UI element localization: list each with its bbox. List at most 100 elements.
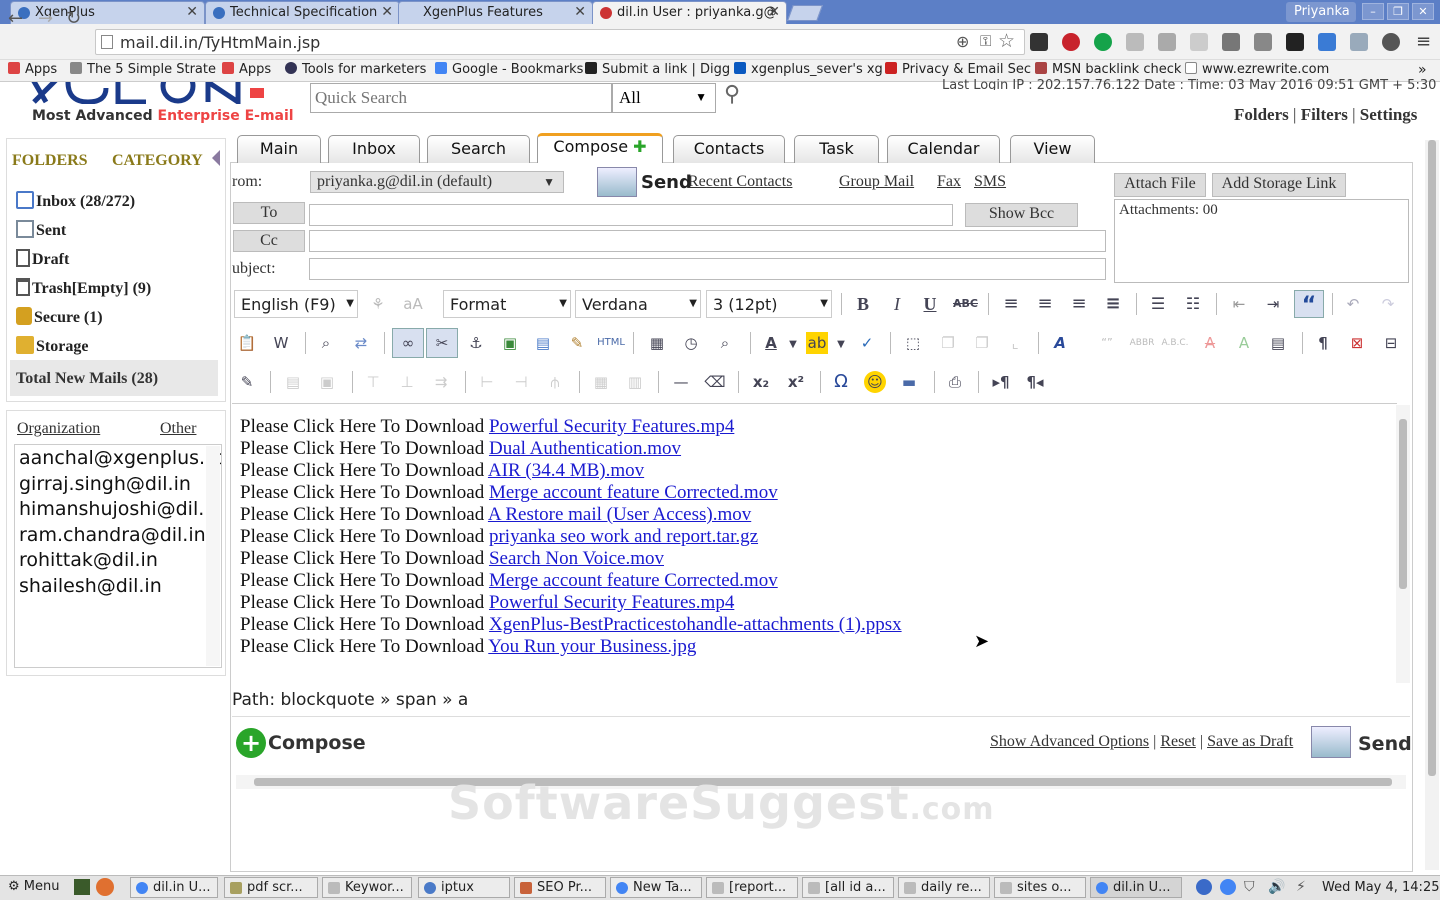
send-button[interactable]: Send [641, 172, 692, 193]
contact-item[interactable]: himanshujoshi@dil.in [19, 498, 221, 520]
close-tab-icon[interactable]: ✕ [381, 4, 393, 20]
firefox-icon[interactable] [96, 878, 114, 896]
insert-row-before-icon[interactable]: ⊤ [362, 371, 384, 393]
show-advanced-link[interactable]: Show Advanced Options [990, 733, 1149, 750]
insert-col-after-icon[interactable]: ⊣ [510, 371, 532, 393]
buffer-extension-icon[interactable] [1286, 33, 1304, 51]
remove-format-icon[interactable]: ⌫ [704, 371, 726, 393]
redo-icon[interactable]: ↷ [1377, 293, 1399, 315]
html-icon[interactable]: HTML [596, 332, 626, 354]
align-center-icon[interactable]: ≡ [1034, 293, 1056, 315]
key-icon[interactable]: ⚿ [980, 32, 991, 50]
taskbar-item[interactable]: daily re... [898, 877, 990, 898]
copy-icon[interactable]: ❐ [937, 332, 959, 354]
underline-icon[interactable]: U [919, 293, 941, 315]
preview-icon[interactable]: ⌕ [714, 332, 736, 354]
terminal-icon[interactable] [74, 879, 90, 895]
emoticon-icon[interactable]: ☺ [864, 371, 886, 393]
grammarly-extension-icon[interactable] [1094, 33, 1112, 51]
taskbar-item-active[interactable]: dil.in U... [1090, 877, 1182, 898]
network-icon[interactable]: ⚡ [1296, 879, 1306, 895]
select-all-icon[interactable]: ⬚ [902, 332, 924, 354]
contact-item[interactable]: girraj.singh@dil.in [19, 473, 191, 495]
strikethrough-icon[interactable]: ABC [953, 293, 978, 315]
bullet-list-icon[interactable]: ☰ [1147, 293, 1169, 315]
profile-chip[interactable]: Priyanka [1286, 2, 1356, 22]
download-link[interactable]: You Run your Business.jpg [488, 636, 696, 657]
bookmark-item[interactable]: The 5 Simple Strate [70, 62, 216, 77]
bookmark-item[interactable]: Submit a link | Digg [585, 62, 730, 77]
insert-row-after-icon[interactable]: ⊥ [396, 371, 418, 393]
text-color-icon[interactable]: A [760, 332, 782, 354]
extension-icon[interactable] [1126, 33, 1144, 51]
taskbar-item[interactable]: dil.in U... [130, 877, 218, 898]
highlight-color-icon[interactable]: ab [806, 332, 828, 354]
quick-search-input[interactable] [310, 83, 612, 113]
table-row-icon[interactable]: ▤ [282, 371, 304, 393]
special-char-icon[interactable]: Ω [830, 371, 852, 393]
bookmark-star-icon[interactable]: ☆ [998, 30, 1015, 52]
search-icon[interactable]: ⚲ [724, 82, 740, 107]
gmail-extension-icon[interactable] [1030, 33, 1048, 51]
styles-icon[interactable]: A [1049, 332, 1071, 354]
folders-link[interactable]: Folders [1234, 105, 1289, 124]
download-link[interactable]: priyanka seo work and report.tar.gz [489, 526, 758, 547]
folder-inbox[interactable]: Inbox (28/272) [16, 191, 135, 211]
zoom-icon[interactable]: ⊕ [956, 32, 969, 51]
unlink-icon[interactable]: ✂ [426, 328, 458, 358]
paste-icon[interactable]: 📋 [236, 332, 258, 354]
horizontal-rule-icon[interactable]: — [670, 371, 692, 393]
tab-search[interactable]: Search [427, 135, 530, 163]
undo-icon[interactable]: ↶ [1342, 293, 1364, 315]
extension-icon[interactable] [1382, 33, 1400, 51]
browser-tab-active[interactable]: dil.in User : priyanka.g@ ✕ [592, 1, 787, 24]
attributes-icon[interactable]: ▤ [1267, 332, 1289, 354]
taskbar-item[interactable]: pdf scr... [224, 877, 318, 898]
extension-icon[interactable] [1254, 33, 1272, 51]
delete-col-icon[interactable]: ⫛ [544, 371, 566, 393]
delete-row-icon[interactable]: ⇉ [430, 371, 452, 393]
analytics-extension-icon[interactable] [1318, 33, 1336, 51]
subject-field[interactable] [309, 258, 1106, 280]
browser-menu-icon[interactable]: ≡ [1416, 31, 1431, 52]
extension-icon[interactable] [1222, 33, 1240, 51]
insert-col-before-icon[interactable]: ⊢ [476, 371, 498, 393]
compose-plus-icon[interactable]: + [236, 728, 266, 758]
bold-icon[interactable]: B [852, 293, 874, 315]
bookmark-item[interactable]: Apps [8, 62, 57, 77]
anchor-icon[interactable]: ⚓ [465, 332, 487, 354]
taskbar-item[interactable]: SEO Pr... [514, 877, 606, 898]
table-cell-icon[interactable]: ▣ [316, 371, 338, 393]
taskbar-item[interactable]: New Ta... [610, 877, 702, 898]
page-scrollbar[interactable] [1425, 140, 1439, 870]
close-tab-icon[interactable]: ✕ [574, 4, 586, 20]
browser-tab[interactable]: Technical Specification ✕ [205, 1, 400, 24]
tab-organization[interactable]: Organization [17, 420, 100, 438]
tab-calendar[interactable]: Calendar [887, 135, 1000, 163]
download-link[interactable]: A Restore mail (User Access).mov [488, 504, 751, 525]
show-bcc-button[interactable]: Show Bcc [965, 203, 1078, 227]
align-right-icon[interactable]: ≡ [1068, 293, 1090, 315]
scroll-thumb[interactable] [1399, 419, 1407, 589]
taskbar-item[interactable]: [all id a... [802, 877, 894, 898]
taskbar-item[interactable]: iptux [418, 877, 510, 898]
folder-trash[interactable]: Trash[Empty] (9) [16, 278, 151, 298]
taskbar-item[interactable]: [report... [706, 877, 798, 898]
abbr-icon[interactable]: ABBR [1128, 332, 1156, 354]
folder-draft[interactable]: Draft [16, 249, 69, 269]
taskbar-item[interactable]: Keywor... [322, 877, 412, 898]
contact-list[interactable]: aanchal@xgenplus.com girraj.singh@dil.in… [14, 444, 222, 668]
contact-item[interactable]: shailesh@dil.in [19, 575, 162, 597]
chevron-down-icon[interactable]: ▼ [786, 334, 800, 356]
download-link[interactable]: Search Non Voice.mov [489, 548, 664, 569]
to-button[interactable]: To [233, 202, 305, 224]
size-select[interactable]: 3 (12pt) [706, 290, 832, 318]
close-window-icon[interactable]: ✕ [1412, 3, 1434, 20]
find-icon[interactable]: ⌕ [315, 332, 337, 354]
align-left-icon[interactable]: ≡ [1000, 293, 1022, 315]
sms-link[interactable]: SMS [974, 173, 1006, 191]
subscript-icon[interactable]: x₂ [750, 371, 772, 393]
message-editor[interactable]: Please Click Here To Download Powerful S… [232, 403, 1397, 683]
tray-icon[interactable] [1196, 879, 1212, 895]
extension-icon[interactable] [1190, 33, 1208, 51]
